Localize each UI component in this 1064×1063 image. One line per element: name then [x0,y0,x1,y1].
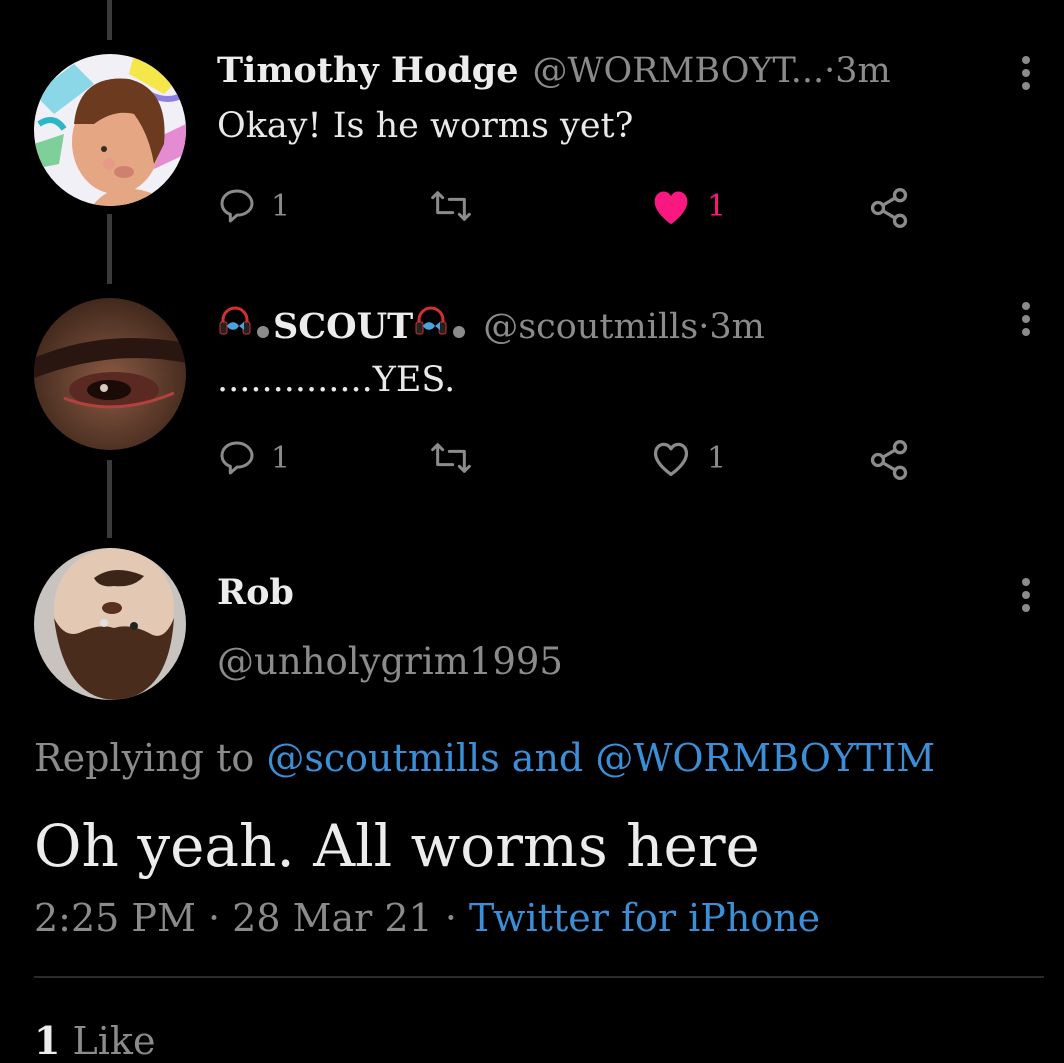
replying-and: and [499,736,596,780]
tweet2-like-button[interactable]: 1 [649,438,726,478]
fish-emoji-icon [257,326,269,338]
tweet2-more-icon[interactable] [1022,302,1032,336]
likes-summary[interactable]: 1 Like [34,1018,155,1063]
thread-line-2 [107,460,112,538]
replying-user-link[interactable]: @scoutmills [266,736,499,780]
focused-handle[interactable]: @unholygrim1995 [217,640,563,683]
tweet-source-link[interactable]: Twitter for iPhone [469,896,820,940]
tweet1-reply-count: 1 [271,188,291,224]
headphones-emoji-icon [217,302,253,338]
tweet2-reply-count: 1 [271,440,291,476]
tweet1-actions: 1 1 [217,186,917,232]
likes-label: Like [60,1019,156,1063]
retweet-icon [431,443,471,473]
tweet1-reply-button[interactable]: 1 [217,186,290,226]
thread-line-top [107,0,112,40]
tweet1-share-button[interactable] [867,186,911,230]
tweet2-reply-button[interactable]: 1 [217,438,290,478]
share-icon [870,440,908,480]
tweet1-like-button[interactable]: 1 [649,186,726,226]
tweet-date[interactable]: 28 Mar 21 [232,896,433,940]
thread-line-1 [107,214,112,284]
tweet-time[interactable]: 2:25 PM [34,896,196,940]
reply-icon [220,441,254,475]
tweet2-handle[interactable]: @scoutmills [483,307,698,347]
headphones-emoji-icon [413,302,449,338]
tweet2-like-count: 1 [707,440,727,476]
fish-emoji-icon [453,326,466,338]
focused-more-icon[interactable] [1022,578,1032,612]
tweet1-display-name[interactable]: Timothy Hodge [217,50,518,91]
tweet1-sep: · [824,51,836,91]
heart-icon [654,191,688,225]
focused-display-name[interactable]: Rob [217,572,294,613]
meta-sep: · [195,896,233,940]
tweet1-text: Okay! Is he worms yet? [217,106,634,146]
share-icon [870,188,908,228]
tweet1-like-count: 1 [707,188,727,224]
meta-sep: · [432,896,469,940]
tweet2-retweet-button[interactable] [429,438,487,478]
tweet1-time[interactable]: 3m [835,51,890,91]
tweet2-text: ..............YES. [217,360,456,400]
tweet1-handle[interactable]: @WORMBOYT... [532,51,824,91]
likes-count: 1 [34,1018,61,1063]
retweet-icon [431,191,471,221]
focused-tweet-text: Oh yeah. All worms here [34,812,760,880]
tweet-meta: 2:25 PM · 28 Mar 21 · Twitter for iPhone [34,896,820,940]
tweet2-time[interactable]: 3m [709,307,764,347]
tweet2-display-name[interactable]: SCOUT [273,306,413,347]
tweet1-header: Timothy Hodge @WORMBOYT... · 3m [217,50,891,91]
replying-to: Replying to @scoutmills and @WORMBOYTIM [34,736,935,780]
tweet1-retweet-button[interactable] [429,186,487,226]
heart-icon [653,442,689,476]
tweet2-header: SCOUT @scoutmills · 3m [217,302,765,347]
avatar-scout[interactable] [34,298,186,450]
focused-header: Rob [217,572,294,613]
tweet2-actions: 1 1 [217,438,917,484]
replying-prefix: Replying to [34,736,267,780]
tweet2-sep: · [698,307,710,347]
divider [34,976,1044,978]
avatar-rob[interactable] [34,548,186,700]
reply-icon [220,189,254,223]
tweet2-share-button[interactable] [867,438,911,482]
avatar-timothy[interactable] [34,54,186,206]
replying-user-link[interactable]: @WORMBOYTIM [595,736,935,780]
tweet1-more-icon[interactable] [1022,56,1032,90]
